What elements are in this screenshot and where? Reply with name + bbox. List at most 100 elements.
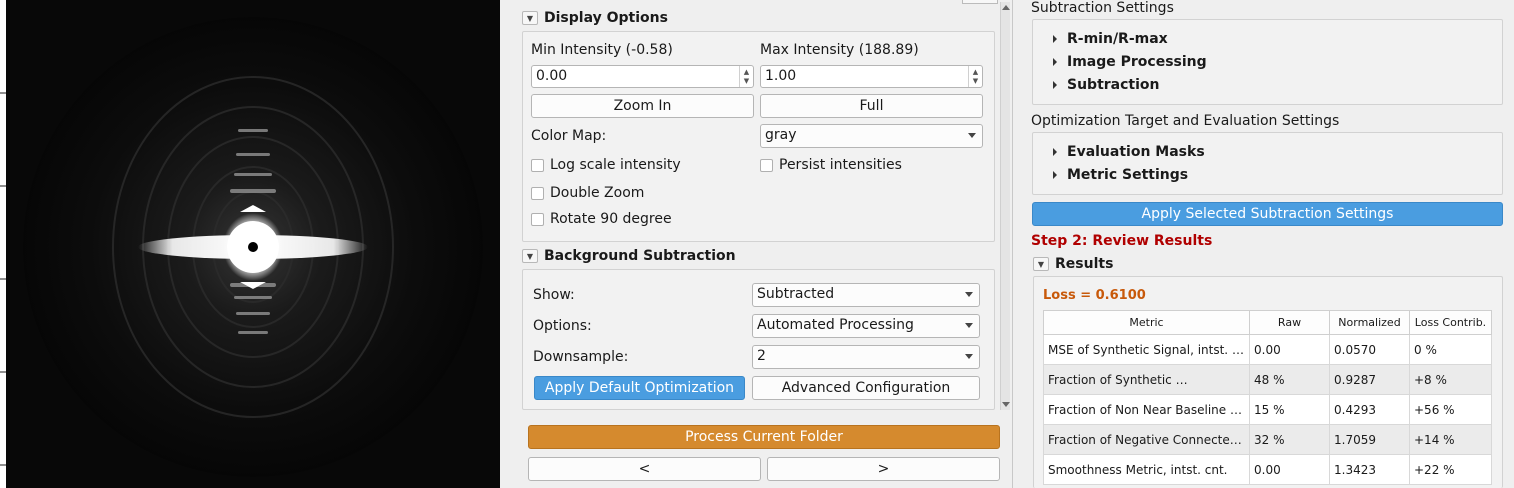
expand-arrow-icon[interactable] xyxy=(1053,81,1057,89)
tree-item-label: Subtraction xyxy=(1067,77,1160,93)
chevron-down-icon xyxy=(965,354,973,359)
tree-item-subtraction[interactable]: Subtraction xyxy=(1053,77,1160,93)
apply-default-optimization-button[interactable]: Apply Default Optimization xyxy=(534,376,745,400)
show-select[interactable]: Subtracted xyxy=(752,283,980,307)
collapse-icon[interactable]: ▼ xyxy=(522,11,538,25)
column-header[interactable]: Normalized xyxy=(1329,310,1410,335)
show-label: Show: xyxy=(533,287,575,303)
options-select[interactable]: Automated Processing xyxy=(752,314,980,338)
top-button-edge[interactable] xyxy=(962,0,998,4)
persist-intensities-label: Persist intensities xyxy=(779,157,902,173)
chevron-down-icon xyxy=(965,323,973,328)
color-map-label: Color Map: xyxy=(531,128,607,144)
column-header[interactable]: Metric xyxy=(1043,310,1250,335)
metric-cell: MSE of Synthetic Signal, intst. cnt. xyxy=(1043,334,1250,365)
loss-contrib-cell: +8 % xyxy=(1409,364,1492,395)
advanced-configuration-button[interactable]: Advanced Configuration xyxy=(752,376,980,400)
previous-button[interactable]: < xyxy=(528,457,761,481)
color-map-select[interactable]: gray xyxy=(760,124,983,148)
checkbox-icon[interactable] xyxy=(531,158,544,172)
max-intensity-spinbox[interactable]: 1.00 ▲ ▼ xyxy=(760,65,983,88)
middle-scrollbar[interactable] xyxy=(1000,2,1010,410)
table-row[interactable]: Fraction of Negative Connected Pixels 32… xyxy=(1043,424,1492,455)
display-and-subtraction-panel: ▼ Display Options Min Intensity (-0.58) … xyxy=(500,0,1012,488)
spin-arrows-icon[interactable]: ▲ ▼ xyxy=(968,66,982,87)
downsample-select[interactable]: 2 xyxy=(752,345,980,369)
tree-item-metric-settings[interactable]: Metric Settings xyxy=(1053,167,1188,183)
log-scale-checkbox[interactable]: Log scale intensity xyxy=(531,157,681,173)
log-scale-label: Log scale intensity xyxy=(550,157,681,173)
diffraction-image xyxy=(0,0,500,488)
max-intensity-label: Max Intensity (188.89) xyxy=(760,42,919,58)
metric-cell: Fraction of Non Near Baseline Pixels xyxy=(1043,394,1250,425)
checkbox-icon[interactable] xyxy=(531,212,544,226)
checkbox-icon[interactable] xyxy=(760,158,773,172)
table-row[interactable]: Fraction of Synthetic … 48 % 0.9287 +8 % xyxy=(1043,364,1492,395)
persist-intensities-checkbox[interactable]: Persist intensities xyxy=(760,157,902,173)
collapse-icon[interactable]: ▼ xyxy=(1033,257,1049,271)
downsample-value: 2 xyxy=(757,348,766,364)
expand-arrow-icon[interactable] xyxy=(1053,171,1057,179)
display-options-header[interactable]: ▼ Display Options xyxy=(522,10,668,26)
raw-cell: 48 % xyxy=(1249,364,1330,395)
double-zoom-checkbox[interactable]: Double Zoom xyxy=(531,185,644,201)
metric-cell: Smoothness Metric, intst. cnt. xyxy=(1043,454,1250,485)
diffraction-image-viewer[interactable] xyxy=(0,0,500,488)
collapse-icon[interactable]: ▼ xyxy=(522,249,538,263)
options-value: Automated Processing xyxy=(757,317,914,333)
show-value: Subtracted xyxy=(757,286,835,302)
background-subtraction-header[interactable]: ▼ Background Subtraction xyxy=(522,248,736,264)
raw-cell: 32 % xyxy=(1249,424,1330,455)
table-row[interactable]: Fraction of Non Near Baseline Pixels 15 … xyxy=(1043,394,1492,425)
raw-cell: 0.00 xyxy=(1249,334,1330,365)
loss-contrib-cell: +56 % xyxy=(1409,394,1492,425)
normalized-cell: 0.4293 xyxy=(1329,394,1410,425)
rotate-90-label: Rotate 90 degree xyxy=(550,211,672,227)
background-subtraction-title: Background Subtraction xyxy=(544,248,736,264)
chevron-down-icon xyxy=(968,133,976,138)
tree-item-label: Evaluation Masks xyxy=(1067,144,1205,160)
column-header[interactable]: Raw xyxy=(1249,310,1330,335)
options-label: Options: xyxy=(533,318,592,334)
loss-contrib-cell: 0 % xyxy=(1409,334,1492,365)
tree-item-label: R-min/R-max xyxy=(1067,31,1168,47)
subtraction-settings-title: Subtraction Settings xyxy=(1031,0,1174,16)
step-2-title: Step 2: Review Results xyxy=(1031,233,1213,249)
full-button[interactable]: Full xyxy=(760,94,983,118)
min-intensity-label: Min Intensity (-0.58) xyxy=(531,42,673,58)
raw-cell: 0.00 xyxy=(1249,454,1330,485)
spin-arrows-icon[interactable]: ▲ ▼ xyxy=(739,66,753,87)
tree-item-rmin-rmax[interactable]: R-min/R-max xyxy=(1053,31,1168,47)
downsample-label: Downsample: xyxy=(533,349,629,365)
expand-arrow-icon[interactable] xyxy=(1053,148,1057,156)
next-button[interactable]: > xyxy=(767,457,1000,481)
metric-cell: Fraction of Synthetic … xyxy=(1043,364,1250,395)
chevron-down-icon xyxy=(965,292,973,297)
min-intensity-value: 0.00 xyxy=(536,68,568,84)
apply-selected-settings-button[interactable]: Apply Selected Subtraction Settings xyxy=(1032,202,1503,226)
table-row[interactable]: Smoothness Metric, intst. cnt. 0.00 1.34… xyxy=(1043,454,1492,485)
loss-value: Loss = 0.6100 xyxy=(1043,288,1146,303)
table-row[interactable]: MSE of Synthetic Signal, intst. cnt. 0.0… xyxy=(1043,334,1492,365)
optimization-settings-frame xyxy=(1032,132,1503,195)
scroll-down-icon[interactable] xyxy=(1002,402,1010,407)
scroll-up-icon[interactable] xyxy=(1002,5,1010,10)
results-header[interactable]: ▼ Results xyxy=(1033,256,1113,272)
rotate-90-checkbox[interactable]: Rotate 90 degree xyxy=(531,211,672,227)
max-intensity-value: 1.00 xyxy=(765,68,797,84)
tree-item-evaluation-masks[interactable]: Evaluation Masks xyxy=(1053,144,1205,160)
process-current-folder-button[interactable]: Process Current Folder xyxy=(528,425,1000,449)
min-intensity-spinbox[interactable]: 0.00 ▲ ▼ xyxy=(531,65,754,88)
tree-item-image-processing[interactable]: Image Processing xyxy=(1053,54,1207,70)
normalized-cell: 1.7059 xyxy=(1329,424,1410,455)
display-options-title: Display Options xyxy=(544,10,668,26)
tree-item-label: Metric Settings xyxy=(1067,167,1189,183)
checkbox-icon[interactable] xyxy=(531,186,544,200)
results-table: Metric Raw Normalized Loss Contrib. MSE … xyxy=(1043,310,1492,485)
expand-arrow-icon[interactable] xyxy=(1053,58,1057,66)
expand-arrow-icon[interactable] xyxy=(1053,35,1057,43)
column-header[interactable]: Loss Contrib. xyxy=(1409,310,1492,335)
metric-cell: Fraction of Negative Connected Pixels xyxy=(1043,424,1250,455)
raw-cell: 15 % xyxy=(1249,394,1330,425)
zoom-in-button[interactable]: Zoom In xyxy=(531,94,754,118)
